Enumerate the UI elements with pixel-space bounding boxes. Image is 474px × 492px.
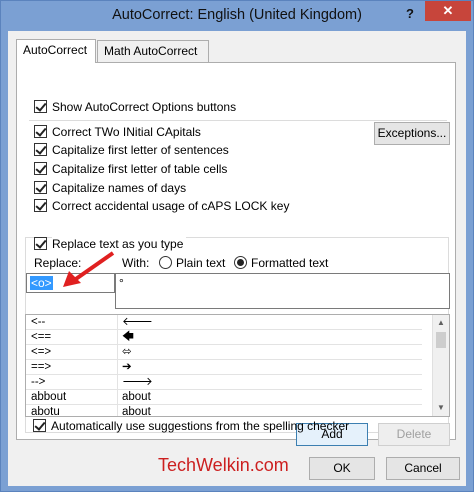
entry-replace: abbout [31,391,67,403]
with-input[interactable]: ° [115,273,450,309]
with-input-value: ° [119,276,124,290]
caps-lock-label: Correct accidental usage of cAPS LOCK ke… [52,199,290,213]
autocorrect-dialog: AutoCorrect: English (United Kingdom) ? … [0,0,474,492]
autocorrect-entries-list[interactable]: <-- 🡐 <== 🡄 <=> ⬄ ==> ➔ --> 🡒 abbout abo… [25,314,450,417]
help-button[interactable]: ? [397,3,423,25]
plain-text-radio[interactable] [159,256,172,269]
capitalize-sentences-checkbox[interactable] [34,143,47,156]
scroll-down-icon[interactable]: ▼ [433,400,449,416]
show-buttons-checkbox[interactable] [34,100,47,113]
list-item[interactable]: ==> ➔ [26,360,422,375]
entry-replace: <=> [31,346,52,358]
entry-with: 🡐 [122,316,153,328]
spelling-suggestions-checkbox[interactable] [33,419,46,432]
tab-math-autocorrect[interactable]: Math AutoCorrect [97,40,209,62]
dialog-body: Math AutoCorrect AutoCorrect Show AutoCo… [8,31,466,486]
capitalize-days-label: Capitalize names of days [52,181,187,195]
list-item[interactable]: <== 🡄 [26,330,422,345]
formatted-text-label: Formatted text [251,256,329,270]
capitalize-days-checkbox[interactable] [34,181,47,194]
entry-replace: --> [31,376,46,388]
list-scrollbar[interactable]: ▲ ▼ [432,315,449,416]
formatted-text-radio[interactable] [234,256,247,269]
entry-replace: <-- [31,316,46,328]
capitalize-sentences-label: Capitalize first letter of sentences [52,143,229,157]
list-item[interactable]: abbout about [26,390,422,405]
close-button[interactable]: ✕ [425,1,471,21]
watermark-text: TechWelkin.com [158,455,289,475]
plain-text-label: Plain text [176,256,226,270]
entry-with: about [122,391,151,403]
red-arrow-icon [63,251,115,287]
replace-as-you-type-checkbox[interactable] [34,237,47,250]
scroll-thumb[interactable] [436,332,446,348]
with-label: With: [122,256,150,270]
entry-with: about [122,406,151,417]
cancel-button[interactable]: Cancel [386,457,460,480]
two-initial-caps-label: Correct TWo INitial CApitals [52,125,201,139]
spelling-suggestions-label: Automatically use suggestions from the s… [51,419,350,433]
entry-with: 🡄 [122,331,134,343]
delete-button[interactable]: Delete [378,423,450,446]
caps-lock-checkbox[interactable] [34,199,47,212]
list-item[interactable]: <-- 🡐 [26,315,422,330]
scroll-up-icon[interactable]: ▲ [433,315,449,331]
capitalize-table-cells-checkbox[interactable] [34,162,47,175]
list-item[interactable]: <=> ⬄ [26,345,422,360]
capitalize-table-cells-label: Capitalize first letter of table cells [52,162,228,176]
exceptions-button[interactable]: Exceptions... [374,122,450,145]
tab-autocorrect[interactable]: AutoCorrect [16,39,96,63]
entry-replace: ==> [31,361,52,373]
entry-with: ➔ [122,361,132,373]
list-item[interactable]: abotu about [26,405,422,417]
replace-input-value: <o> [30,276,53,290]
show-buttons-label: Show AutoCorrect Options buttons [52,100,237,114]
list-item[interactable]: --> 🡒 [26,375,422,390]
autocorrect-panel: Show AutoCorrect Options buttons Correct… [16,62,456,446]
entry-with: 🡒 [122,376,153,388]
entry-replace: <== [31,331,52,343]
entry-replace: abotu [31,406,60,417]
divider [29,120,447,121]
ok-button[interactable]: OK [309,457,375,480]
two-initial-caps-checkbox[interactable] [34,125,47,138]
title-bar: AutoCorrect: English (United Kingdom) ? … [1,1,473,31]
entry-with: ⬄ [122,346,132,358]
